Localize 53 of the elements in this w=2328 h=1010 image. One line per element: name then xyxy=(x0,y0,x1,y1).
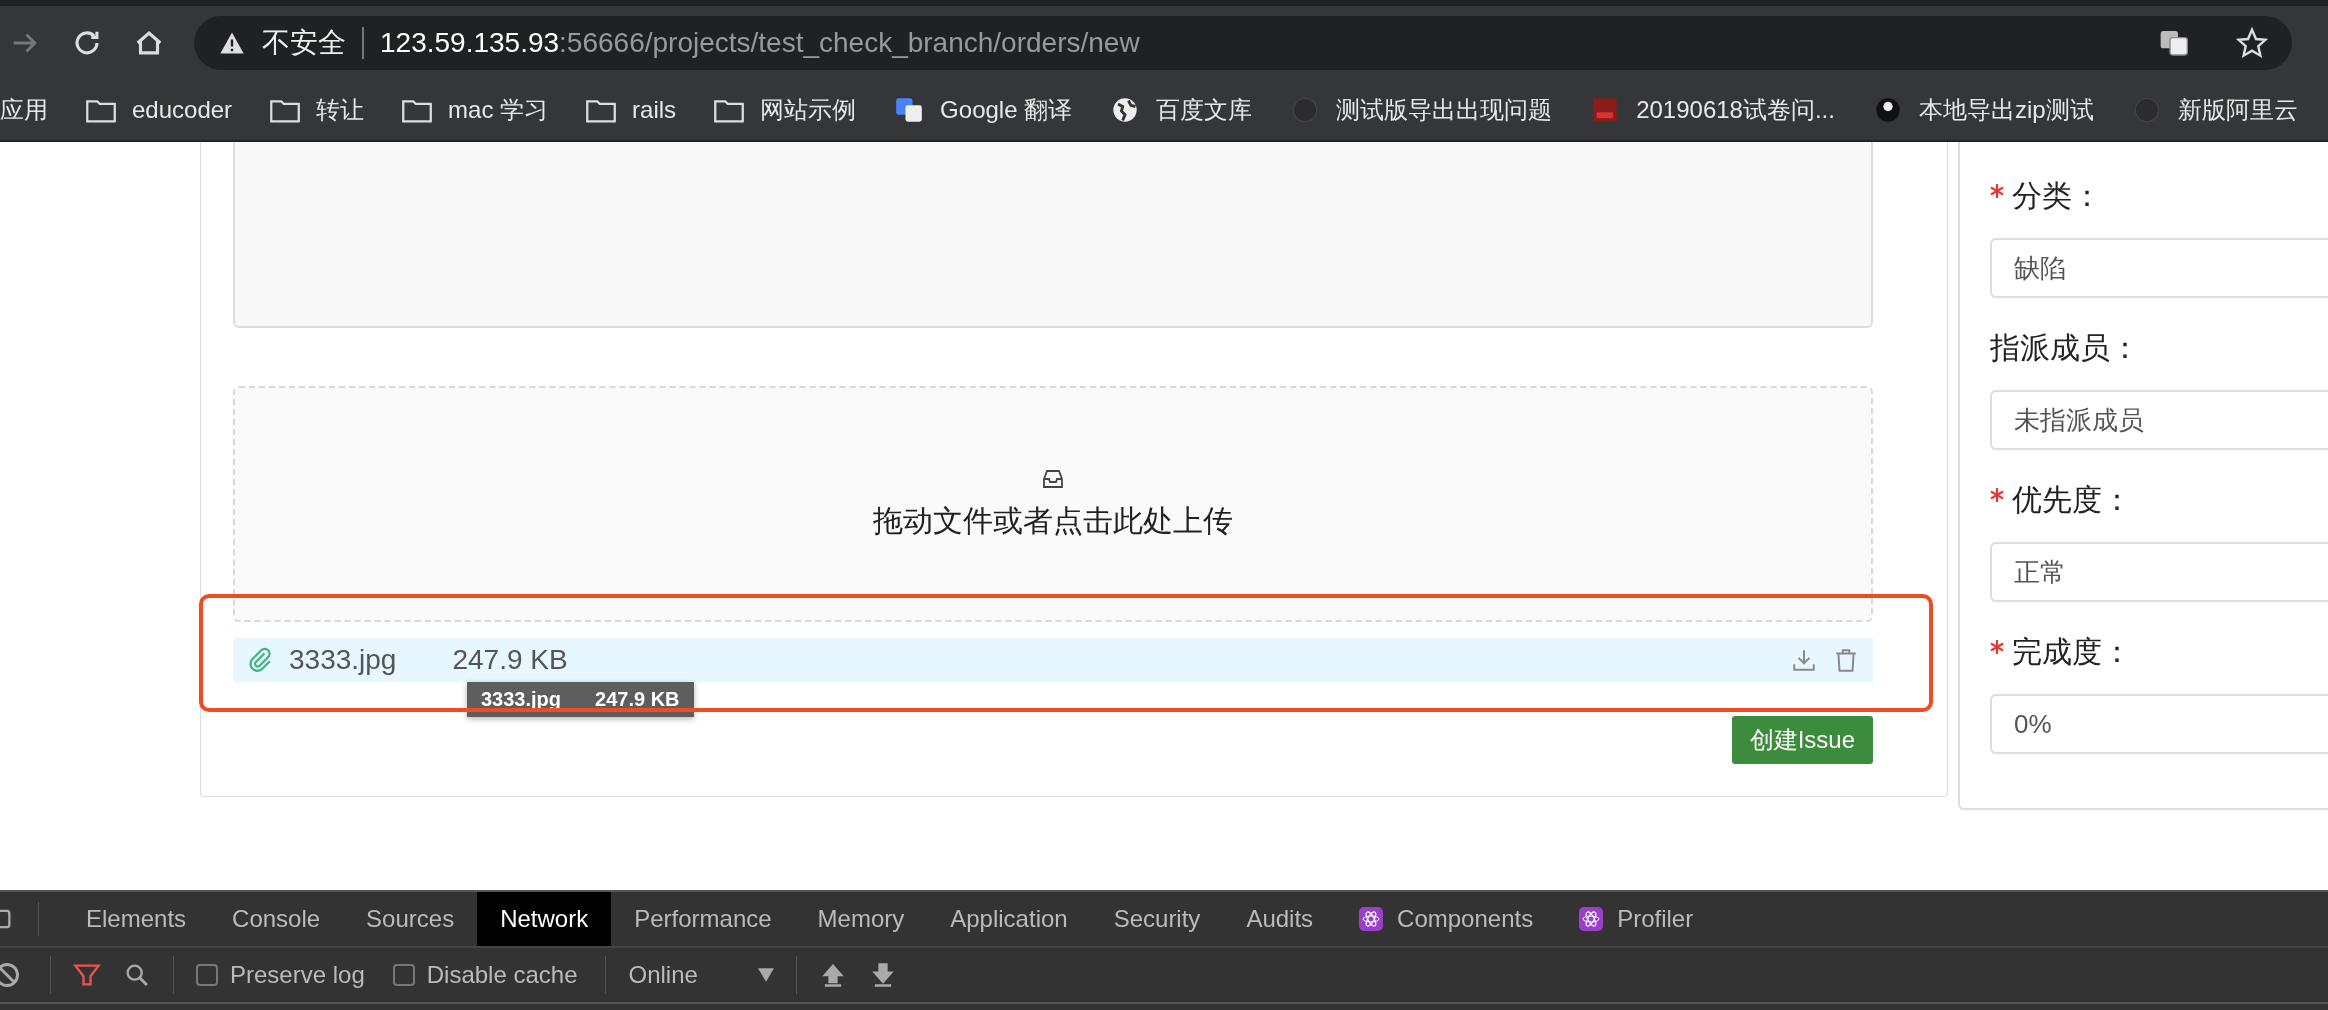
checkbox[interactable] xyxy=(392,964,415,986)
select-field[interactable]: 缺陷 xyxy=(1990,238,2328,298)
checkbox[interactable] xyxy=(196,964,218,986)
download-icon[interactable] xyxy=(1791,647,1817,673)
delete-icon[interactable] xyxy=(1833,647,1859,673)
field-label: 指派成员： xyxy=(1990,329,2140,366)
tooltip-file-size: 247.9 KB xyxy=(595,688,680,711)
tooltip-file-name: 3333.jpg xyxy=(481,688,562,711)
bookmark-link[interactable]: mac 学习 xyxy=(448,94,549,126)
upload-hint: 拖动文件或者点击此处上传 xyxy=(873,502,1233,539)
devtools-tab[interactable]: Network xyxy=(477,892,612,946)
devtools-tab[interactable]: Performance xyxy=(611,892,795,946)
checkbox-label[interactable]: Disable cache xyxy=(426,961,578,989)
throttling-dropdown[interactable]: Online xyxy=(628,961,774,989)
devtools-tab[interactable]: Components xyxy=(1336,892,1557,946)
field-label: 完成度： xyxy=(2012,633,2132,670)
field-label: 分类： xyxy=(2012,177,2102,214)
uploaded-file-row[interactable]: 3333.jpg 247.9 KB xyxy=(233,638,1873,682)
bookmark-link[interactable]: rails xyxy=(632,96,677,124)
caret-icon xyxy=(757,968,774,982)
create-issue-button[interactable]: 创建Issue xyxy=(1731,716,1873,764)
devtools-tab[interactable]: Sources xyxy=(343,892,478,946)
url-text: 123.59.135.93:56666/projects/test_check_branch/orders/new xyxy=(380,27,1140,59)
paperclip-icon xyxy=(247,647,273,673)
address-bar[interactable]: 不安全 123.59.135.93:56666/projects/test_check_branch/orders/new xyxy=(194,16,2292,70)
bookmark-link[interactable]: 百度文库 xyxy=(1156,94,1253,126)
file-name: 3333.jpg xyxy=(289,644,397,676)
upload-dropzone[interactable]: 拖动文件或者点击此处上传 xyxy=(233,386,1873,622)
translate-icon xyxy=(894,96,925,124)
bookmark-link[interactable]: 本地导出zip测试 xyxy=(1918,94,2094,126)
devtools-tab[interactable]: Profiler xyxy=(1556,892,1717,946)
bookmark-link[interactable]: 转让 xyxy=(316,94,365,126)
devtools-tab[interactable]: Elements xyxy=(63,892,210,946)
bookmark-link[interactable]: 20190618试卷问... xyxy=(1636,94,1835,126)
devtools-tab[interactable]: Application xyxy=(927,892,1091,946)
security-label[interactable]: 不安全 xyxy=(262,24,346,62)
devtools-tab[interactable]: Audits xyxy=(1223,892,1337,946)
field-label: 优先度： xyxy=(2012,481,2132,518)
checkbox-label[interactable]: Preserve log xyxy=(230,961,365,989)
select-field[interactable]: 0% xyxy=(1990,694,2328,754)
devtools-tab[interactable]: Security xyxy=(1090,892,1224,946)
bookmark-link[interactable]: 网站示例 xyxy=(760,94,857,126)
bookmark-link[interactable]: educoder xyxy=(132,96,233,124)
bookmark-link[interactable]: 测试版导出出现问题 xyxy=(1336,94,1553,126)
bookmark-link[interactable]: 应用 xyxy=(0,94,48,126)
select-field[interactable]: 未指派成员 xyxy=(1990,390,2328,450)
file-size: 247.9 KB xyxy=(452,644,568,676)
bookmark-link[interactable]: Google 翻译 xyxy=(940,94,1073,126)
devtools-tab[interactable]: Memory xyxy=(794,892,928,946)
devtools-tab[interactable]: Console xyxy=(209,892,344,946)
bookmark-link[interactable]: 新版阿里云 xyxy=(2177,94,2298,126)
select-field[interactable]: 正常 xyxy=(1990,542,2328,602)
star-icon[interactable] xyxy=(2236,27,2268,59)
